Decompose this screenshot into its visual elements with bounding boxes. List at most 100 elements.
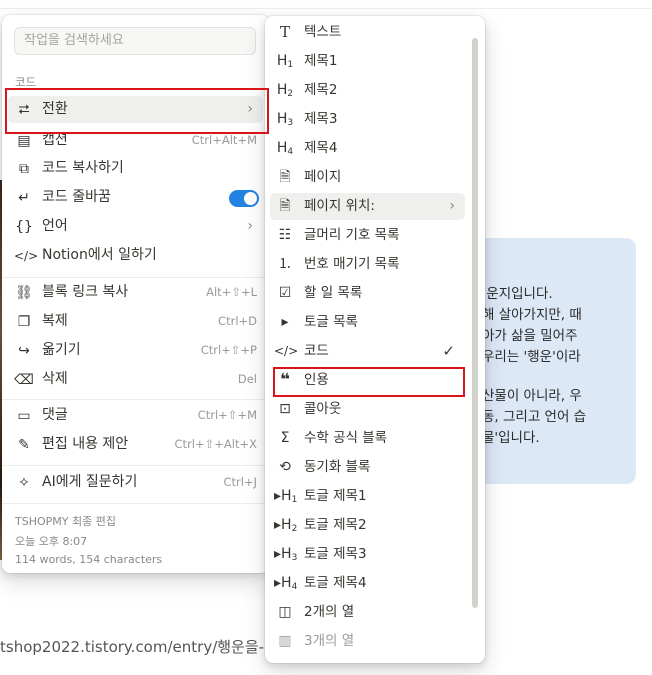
shortcut-text: Ctrl+D: [218, 314, 257, 328]
suggest-edit-icon: ✎: [18, 437, 30, 453]
turn-into-submenu: T 텍스트 H1 제목1 H2 제목2 H3 제목3 H4 제목4 🗎 페이지 …: [265, 16, 485, 663]
submenu-item-three-columns[interactable]: ▥ 3개의 열: [270, 628, 465, 655]
heading2-icon: H2: [276, 82, 294, 99]
submenu-item-synced-block[interactable]: ⟲ 동기화 블록: [270, 454, 465, 481]
submenu-item-two-columns[interactable]: ◫ 2개의 열: [270, 599, 465, 626]
wrap-toggle[interactable]: [229, 190, 259, 207]
submenu-item-code[interactable]: </> 코드 ✓: [270, 338, 465, 365]
submenu-item-label: 수학 공식 블록: [304, 430, 388, 446]
submenu-item-page-location[interactable]: 🗎 페이지 위치: ›: [270, 193, 465, 220]
submenu-item-label: 코드: [304, 343, 329, 359]
menu-item-comment[interactable]: ▭ 댓글 Ctrl+⇧+M: [8, 402, 263, 429]
callout-line: 물'입니다.: [482, 430, 540, 446]
callout-line: 해 살아가지만, 때: [482, 307, 582, 323]
menu-item-label: 언어: [42, 218, 68, 234]
menu-item-code-wrap[interactable]: ↵ 코드 줄바꿈: [8, 184, 263, 211]
submenu-item-label: 동기화 블록: [304, 459, 371, 475]
page-location-icon: 🗎: [279, 198, 291, 214]
callout-line: 산물이 아니라, 우: [482, 388, 582, 404]
shortcut-text: Ctrl+⇧+Alt+X: [174, 437, 257, 451]
text-icon: T: [279, 23, 290, 41]
submenu-item-label: 토글 제목4: [304, 575, 367, 591]
callout-line: ·운지입니다.: [482, 286, 553, 302]
menu-item-duplicate[interactable]: ❐ 복제 Ctrl+D: [8, 308, 263, 335]
menu-item-language[interactable]: {} 언어 ›: [8, 213, 263, 240]
menu-item-work-in-notion[interactable]: </> Notion에서 일하기: [8, 242, 263, 269]
highlight-box-turn-into: [5, 88, 269, 134]
menu-item-ask-ai[interactable]: ✧ AI에게 질문하기 Ctrl+J: [8, 469, 263, 496]
submenu-item-label: 콜아웃: [304, 401, 342, 417]
submenu-item-label: 토글 제목2: [304, 517, 367, 533]
submenu-item-label: 텍스트: [304, 24, 342, 40]
language-icon: {}: [15, 219, 33, 235]
menu-item-copy-link[interactable]: ⛓ 블록 링크 복사 Alt+⇧+L: [8, 279, 263, 306]
page-icon: 🗎: [279, 169, 291, 185]
shortcut-text: Del: [237, 372, 257, 386]
shortcut-text: Ctrl+⇧+M: [197, 408, 257, 422]
menu-item-move[interactable]: ↪ 옮기기 Ctrl+⇧+P: [8, 337, 263, 364]
callout-line: 아가 삶을 밀어주: [482, 328, 578, 344]
menu-item-label: 편집 내용 제안: [42, 436, 129, 452]
submenu-item-label: 페이지 위치:: [304, 198, 375, 214]
submenu-item-label: 제목2: [304, 82, 338, 98]
submenu-item-heading4[interactable]: H4 제목4: [270, 135, 465, 162]
submenu-item-numbered-list[interactable]: ⒈ 번호 매기기 목록: [270, 251, 465, 278]
submenu-item-label: 페이지: [304, 169, 342, 185]
submenu-item-page[interactable]: 🗎 페이지: [270, 164, 465, 191]
callout-line: 우리는 '행운'이라: [482, 349, 581, 365]
submenu-item-heading3[interactable]: H3 제목3: [270, 106, 465, 133]
submenu-item-toggle-heading4[interactable]: ▸H4 토글 제목4: [270, 570, 465, 597]
submenu-item-label: 3개의 열: [304, 633, 355, 649]
code-icon: </>: [274, 344, 299, 358]
menu-item-copy-code[interactable]: ⧉ 코드 복사하기: [8, 155, 263, 182]
submenu-item-toggle-list[interactable]: ▸ 토글 목록: [270, 309, 465, 336]
menu-item-label: 복제: [42, 313, 68, 329]
menu-divider: [2, 399, 269, 400]
submenu-item-label: 번호 매기기 목록: [304, 256, 400, 272]
submenu-item-label: 2개의 열: [304, 604, 355, 620]
submenu-item-toggle-heading1[interactable]: ▸H1 토글 제목1: [270, 483, 465, 510]
submenu-item-toggle-heading2[interactable]: ▸H2 토글 제목2: [270, 512, 465, 539]
move-icon: ↪: [18, 343, 30, 359]
menu-item-label: 댓글: [42, 407, 68, 423]
code-icon: </>: [14, 249, 39, 263]
submenu-item-text[interactable]: T 텍스트: [270, 19, 465, 46]
page-url-text[interactable]: tshop2022.tistory.com/entry/행운을-마: [0, 636, 278, 657]
toggle-list-icon: ▸: [281, 314, 289, 330]
menu-divider: [2, 277, 269, 278]
submenu-item-callout[interactable]: ⊡ 콜아웃: [270, 396, 465, 423]
submenu-item-label: 토글 제목3: [304, 546, 367, 562]
comment-icon: ▭: [17, 408, 31, 424]
toggle-knob: [244, 192, 257, 205]
submenu-scrollbar[interactable]: [472, 30, 480, 620]
menu-divider: [2, 465, 269, 466]
callout-line: 동, 그리고 언어 습: [482, 409, 587, 425]
heading4-icon: H4: [276, 140, 294, 157]
submenu-item-heading2[interactable]: H2 제목2: [270, 77, 465, 104]
submenu-item-todo-list[interactable]: ☑ 할 일 목록: [270, 280, 465, 307]
submenu-item-bulleted-list[interactable]: ☷ 글머리 기호 목록: [270, 222, 465, 249]
submenu-item-label: 제목3: [304, 111, 338, 127]
synced-block-icon: ⟲: [279, 459, 291, 475]
last-edited-by: TSHOPMY 최종 편집: [15, 515, 116, 528]
toggle-heading1-icon: ▸H1: [274, 488, 298, 505]
callout-block[interactable]: ·운지입니다. 해 살아가지만, 때 아가 삶을 밀어주 우리는 '행운'이라 …: [470, 238, 636, 484]
menu-item-delete[interactable]: ⌫ 삭제 Del: [8, 366, 263, 393]
page-divider: [0, 8, 652, 9]
submenu-item-toggle-heading3[interactable]: ▸H3 토글 제목3: [270, 541, 465, 568]
menu-item-label: 옮기기: [42, 342, 81, 358]
heading3-icon: H3: [276, 111, 294, 128]
submenu-item-equation[interactable]: Σ 수학 공식 블록: [270, 425, 465, 452]
submenu-item-label: 토글 제목1: [304, 488, 367, 504]
chevron-right-icon: ›: [247, 218, 253, 234]
menu-item-label: 코드 복사하기: [42, 160, 124, 176]
shortcut-text: Ctrl+J: [223, 475, 258, 489]
scrollbar-thumb[interactable]: [472, 38, 478, 608]
caption-icon: ▤: [17, 133, 31, 149]
menu-item-label: AI에게 질문하기: [42, 474, 138, 490]
menu-item-suggest-edits[interactable]: ✎ 편집 내용 제안 Ctrl+⇧+Alt+X: [8, 431, 263, 458]
search-input[interactable]: 작업을 검색하세요: [14, 27, 256, 55]
ai-icon: ✧: [18, 475, 30, 491]
heading1-icon: H1: [276, 53, 294, 70]
submenu-item-heading1[interactable]: H1 제목1: [270, 48, 465, 75]
